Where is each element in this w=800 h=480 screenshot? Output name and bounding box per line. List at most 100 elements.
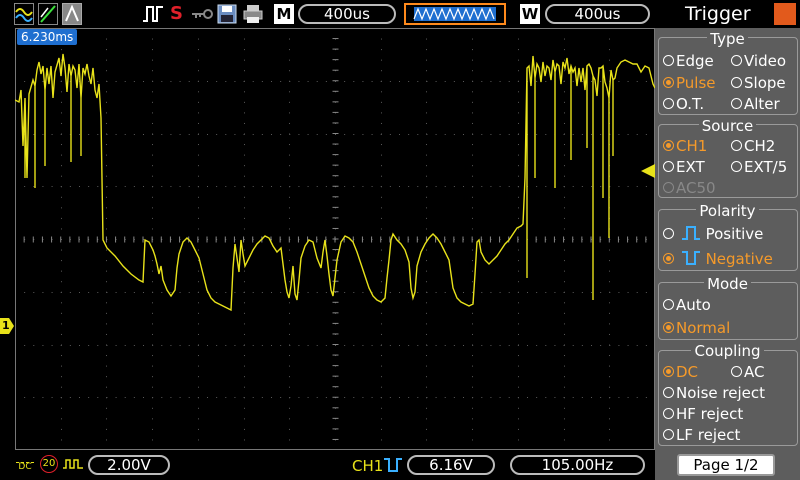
- coupling-header: Coupling: [655, 342, 800, 360]
- waveform-display[interactable]: 6.230ms: [15, 28, 655, 450]
- radio-selected-icon: [663, 77, 674, 88]
- ch1-waveform-trace: [15, 53, 655, 312]
- page-button[interactable]: Page 1/2: [677, 454, 775, 476]
- radio-selected-icon: [663, 253, 674, 264]
- math-icon[interactable]: [38, 3, 58, 25]
- ch1-ground-marker[interactable]: 1: [0, 318, 14, 334]
- close-menu-button[interactable]: X: [774, 3, 796, 25]
- source-header-text: Source: [698, 117, 757, 135]
- option-label: CH1: [676, 137, 708, 155]
- radio-icon: [731, 161, 742, 172]
- radio-icon: [663, 387, 674, 398]
- radio-selected-icon: [663, 366, 674, 377]
- waveform-icon[interactable]: [14, 3, 34, 25]
- save-disk-icon[interactable]: [217, 3, 237, 25]
- polarity-header: Polarity: [655, 202, 800, 220]
- trigger-level-value[interactable]: 6.16V: [407, 455, 495, 475]
- pulse-trigger-icon: [143, 6, 163, 22]
- source-header: Source: [655, 117, 800, 135]
- menu-title: Trigger: [685, 3, 751, 25]
- radio-icon: [663, 161, 674, 172]
- option-label: Alter: [744, 95, 780, 113]
- source-option-ext[interactable]: EXT: [663, 158, 705, 176]
- type-option-slope[interactable]: Slope: [731, 74, 786, 92]
- radio-icon: [663, 408, 674, 419]
- radio-icon: [731, 77, 742, 88]
- mode-header-text: Mode: [704, 275, 751, 293]
- radio-icon: [663, 55, 674, 66]
- cursor-time-flag[interactable]: 6.230ms: [17, 29, 78, 45]
- window-timebase-value[interactable]: 400us: [545, 4, 650, 24]
- type-option-pulse[interactable]: Pulse: [663, 74, 716, 92]
- negative-pulse-icon: [384, 458, 402, 472]
- option-label: Negative: [705, 250, 773, 268]
- option-label: EXT/5: [744, 158, 788, 176]
- trigger-menu-panel: Trigger X Type Edge Video Pulse Slope O.…: [655, 0, 800, 480]
- frequency-readout: 105.00Hz: [510, 455, 645, 475]
- ch1-coupling-icon[interactable]: DC: [16, 456, 34, 474]
- polarity-option-negative[interactable]: Negative: [663, 250, 773, 268]
- option-label: O.T.: [676, 95, 705, 113]
- mode-header: Mode: [655, 275, 800, 293]
- option-label: Video: [744, 52, 787, 70]
- option-label: LF reject: [676, 426, 741, 444]
- polarity-option-positive[interactable]: Positive: [663, 225, 763, 243]
- negative-pulse-icon: [681, 251, 700, 265]
- ch1-marker-label: 1: [2, 319, 10, 332]
- ch1-volts-per-div[interactable]: 2.00V: [88, 455, 170, 475]
- source-option-ch1[interactable]: CH1: [663, 137, 707, 155]
- bw-limit-value: 20: [42, 458, 56, 469]
- type-option-edge[interactable]: Edge: [663, 52, 714, 70]
- radio-icon: [731, 55, 742, 66]
- main-timebase-label: M: [274, 4, 294, 24]
- option-label: AC: [744, 363, 765, 381]
- top-status-bar: S M 400us W 400us: [0, 0, 655, 28]
- printer-icon[interactable]: [242, 3, 264, 25]
- radio-icon: [731, 98, 742, 109]
- type-option-video[interactable]: Video: [731, 52, 786, 70]
- source-option-ch2[interactable]: CH2: [731, 137, 775, 155]
- coupling-option-noise-reject[interactable]: Noise reject: [663, 384, 765, 402]
- option-label: Noise reject: [676, 384, 765, 402]
- coupling-option-dc[interactable]: DC: [663, 363, 698, 381]
- type-option-ot[interactable]: O.T.: [663, 95, 704, 113]
- run-state-indicator[interactable]: S: [170, 3, 183, 24]
- positive-pulse-icon: [681, 226, 700, 240]
- radio-icon: [663, 299, 674, 310]
- coupling-header-text: Coupling: [691, 342, 764, 360]
- key-lock-icon: [192, 9, 213, 19]
- option-label: DC: [676, 363, 699, 381]
- option-label: Normal: [676, 319, 731, 337]
- mode-option-normal[interactable]: Normal: [663, 319, 730, 337]
- menu-title-bar: Trigger X: [655, 0, 800, 28]
- type-option-alter[interactable]: Alter: [731, 95, 780, 113]
- option-label: Pulse: [676, 74, 716, 92]
- type-header: Type: [655, 30, 800, 48]
- coupling-option-lf-reject[interactable]: LF reject: [663, 426, 740, 444]
- radio-selected-icon: [663, 322, 674, 333]
- main-timebase-value[interactable]: 400us: [298, 4, 396, 24]
- option-label: CH2: [744, 137, 776, 155]
- option-label: EXT: [676, 158, 705, 176]
- polarity-header-text: Polarity: [696, 202, 759, 220]
- radio-icon: [731, 140, 742, 151]
- invert-waveform-icon[interactable]: [62, 456, 84, 472]
- option-label: HF reject: [676, 405, 744, 423]
- option-label: Edge: [676, 52, 714, 70]
- radio-icon: [663, 182, 674, 193]
- coupling-text: DC: [18, 462, 32, 472]
- coupling-option-ac[interactable]: AC: [731, 363, 764, 381]
- window-timebase-label: W: [520, 4, 540, 24]
- trigger-level-marker-icon[interactable]: [641, 164, 655, 178]
- bw-limit-icon[interactable]: 20: [40, 455, 58, 473]
- option-label: Slope: [744, 74, 786, 92]
- mode-option-auto[interactable]: Auto: [663, 296, 711, 314]
- source-option-ext5[interactable]: EXT/5: [731, 158, 787, 176]
- radio-icon: [663, 429, 674, 440]
- source-option-ac50: AC50: [663, 179, 716, 197]
- radio-icon: [663, 98, 674, 109]
- ref-waveform-icon[interactable]: [62, 3, 82, 25]
- cursor-time-value: 6.230ms: [21, 30, 74, 44]
- window-zoom-indicator-icon[interactable]: [404, 3, 506, 25]
- coupling-option-hf-reject[interactable]: HF reject: [663, 405, 743, 423]
